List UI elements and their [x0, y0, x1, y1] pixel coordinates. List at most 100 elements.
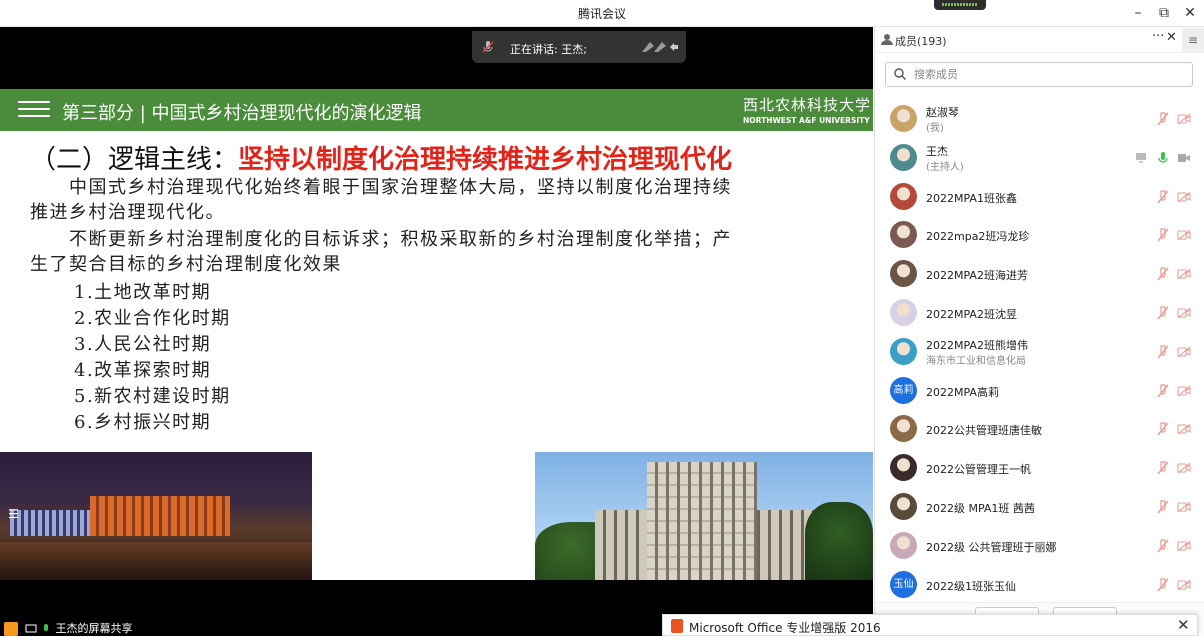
camera-off-icon[interactable] — [1177, 579, 1191, 591]
avatar — [890, 531, 917, 559]
mic-muted-icon[interactable] — [1156, 538, 1170, 554]
mic-muted-icon[interactable] — [1156, 111, 1170, 127]
member-count: 成员(193) — [895, 35, 947, 48]
camera-off-icon[interactable] — [1177, 540, 1191, 552]
member-row[interactable]: 2022级 公共管理班于丽娜 — [875, 527, 1204, 565]
camera-off-icon[interactable] — [1177, 346, 1191, 358]
list-item: 5.新农村建设时期 — [74, 386, 231, 407]
slide-header-bar: 第三部分 | 中国式乡村治理现代化的演化逻辑 西北农林科技大学 NORTHWES… — [0, 89, 873, 131]
member-subtitle: (我) — [926, 123, 944, 134]
menu-lines-icon — [18, 101, 50, 119]
member-name: 2022MPA2班海进芳 — [926, 269, 1028, 283]
office-title: Microsoft Office 专业增强版 2016 — [689, 621, 881, 635]
member-subtitle: (主持人) — [926, 161, 964, 173]
restore-button[interactable]: ⧉ — [1150, 3, 1178, 23]
search-input[interactable] — [914, 66, 1184, 84]
mic-muted-icon[interactable] — [1156, 383, 1170, 399]
member-name: 2022公共管理班唐佳敏 — [926, 424, 1042, 438]
list-icon[interactable]: ☰ — [8, 507, 22, 521]
slide-heading: （二）逻辑主线：坚持以制度化治理持续推进乡村治理现代化 — [30, 139, 732, 176]
member-row[interactable]: 2022MPA2班沈昱 — [875, 294, 1204, 332]
mic-muted-icon[interactable] — [1156, 421, 1170, 437]
person-icon — [881, 34, 893, 45]
list-item: 6.乡村振兴时期 — [74, 412, 212, 433]
list-item: 2.农业合作化时期 — [74, 308, 231, 329]
member-row[interactable]: 2022MPA2班熊增伟 海东市工业和信息化局 — [875, 333, 1204, 371]
close-notification-button[interactable]: ✕ — [1177, 616, 1190, 634]
mic-muted-icon[interactable] — [1156, 344, 1170, 360]
office-icon — [671, 619, 683, 633]
paragraph-1-line-2: 推进乡村治理现代化。 — [30, 202, 225, 223]
campus-building-photo — [535, 452, 873, 580]
presentation-slide: 第三部分 | 中国式乡村治理现代化的演化逻辑 西北农林科技大学 NORTHWES… — [0, 89, 873, 580]
avatar — [890, 299, 917, 326]
member-row[interactable]: 高莉 2022MPA高莉 — [875, 372, 1204, 410]
camera-off-icon[interactable] — [1177, 501, 1191, 513]
camera-off-icon[interactable] — [1177, 307, 1191, 319]
mic-muted-icon[interactable] — [1156, 227, 1170, 243]
member-row[interactable]: 2022公管管理王一帆 — [875, 449, 1204, 487]
list-item: 4.改革探索时期 — [74, 360, 212, 381]
camera-off-icon[interactable] — [1177, 113, 1191, 125]
mic-muted-icon[interactable] — [1156, 499, 1170, 515]
list-item: 1.土地改革时期 — [74, 282, 212, 303]
mic-muted-icon[interactable] — [1156, 305, 1170, 321]
camera-off-icon[interactable] — [1177, 268, 1191, 280]
avatar: 玉仙 — [890, 570, 917, 598]
paragraph-2-line-1: 不断更新乡村治理制度化的目标诉求；积极采取新的乡村治理制度化举措；产 — [30, 229, 732, 250]
speaking-indicator: 正在讲话: 王杰; — [472, 31, 686, 63]
camera-off-icon[interactable] — [1177, 385, 1191, 397]
member-row[interactable]: 2022MPA2班海进芳 — [875, 255, 1204, 293]
paragraph-2-line-2: 生了契合目标的乡村治理制度化效果 — [30, 254, 342, 275]
member-name: 2022mpa2班冯龙珍 — [926, 230, 1030, 244]
avatar — [890, 260, 917, 288]
member-row[interactable]: 2022mpa2班冯龙珍 — [875, 216, 1204, 254]
member-search[interactable] — [885, 62, 1193, 87]
member-name: 2022级1班张玉仙 — [926, 579, 1016, 593]
slide-section-title: 第三部分 | 中国式乡村治理现代化的演化逻辑 — [62, 103, 422, 124]
member-name: 2022公管管理王一帆 — [926, 463, 1031, 477]
avatar: 高莉 — [890, 376, 917, 404]
camera-off-icon[interactable] — [1177, 462, 1191, 474]
member-subtitle: 海东市工业和信息化局 — [926, 355, 1026, 367]
camera-off-icon[interactable] — [1177, 191, 1191, 203]
mic-muted-icon[interactable] — [1156, 189, 1170, 205]
member-name: 2022MPA高莉 — [926, 385, 999, 399]
camera-off-icon[interactable] — [1177, 423, 1191, 435]
close-window-button[interactable]: ✕ — [1176, 3, 1204, 23]
member-row[interactable]: 2022MPA1班张鑫 — [875, 178, 1204, 216]
avatar — [890, 221, 917, 249]
minimize-button[interactable]: – — [1124, 3, 1152, 23]
heading-highlight: 坚持以制度化治理持续推进乡村治理现代化 — [238, 145, 733, 175]
office-notification[interactable]: Microsoft Office 专业增强版 2016 ✕ — [662, 614, 1198, 636]
mic-muted-icon[interactable] — [1156, 460, 1170, 476]
camera-off-icon[interactable] — [1177, 229, 1191, 241]
mic-muted-icon[interactable] — [1156, 577, 1170, 593]
screen-share-icon — [1136, 152, 1146, 163]
panel-menu-button[interactable]: ≡ — [1182, 28, 1204, 52]
more-options-button[interactable]: ··· — [1152, 29, 1164, 44]
avatar — [890, 182, 917, 210]
member-name: 赵淑琴 — [926, 106, 959, 119]
avatar — [890, 493, 917, 520]
camera-icon[interactable] — [1177, 152, 1191, 164]
screen-icon — [25, 624, 36, 633]
campus-night-photo: ☰ — [0, 452, 312, 580]
member-row[interactable]: 赵淑琴 (我) — [875, 100, 1204, 138]
university-logo-en: NORTHWEST A&F UNIVERSITY — [743, 116, 870, 125]
member-row[interactable]: 玉仙 2022级1班张玉仙 — [875, 566, 1204, 604]
list-item: 3.人民公社时期 — [74, 334, 212, 355]
member-row[interactable]: 王杰 (主持人) — [875, 139, 1204, 177]
member-row[interactable]: 2022公共管理班唐佳敏 — [875, 410, 1204, 448]
member-row[interactable]: 2022级 MPA1班 茜茜 — [875, 488, 1204, 526]
screen-share-label: 王杰的屏幕共享 — [55, 622, 133, 635]
annotation-tools-icon[interactable] — [640, 40, 680, 54]
mic-muted-icon — [482, 41, 494, 53]
mic-active-icon[interactable] — [1156, 150, 1170, 166]
member-name: 2022MPA1班张鑫 — [926, 191, 1017, 205]
mic-muted-icon[interactable] — [1156, 266, 1170, 282]
avatar — [890, 454, 917, 482]
search-icon — [894, 68, 906, 80]
avatar — [890, 415, 917, 443]
close-panel-button[interactable]: ✕ — [1166, 30, 1177, 45]
